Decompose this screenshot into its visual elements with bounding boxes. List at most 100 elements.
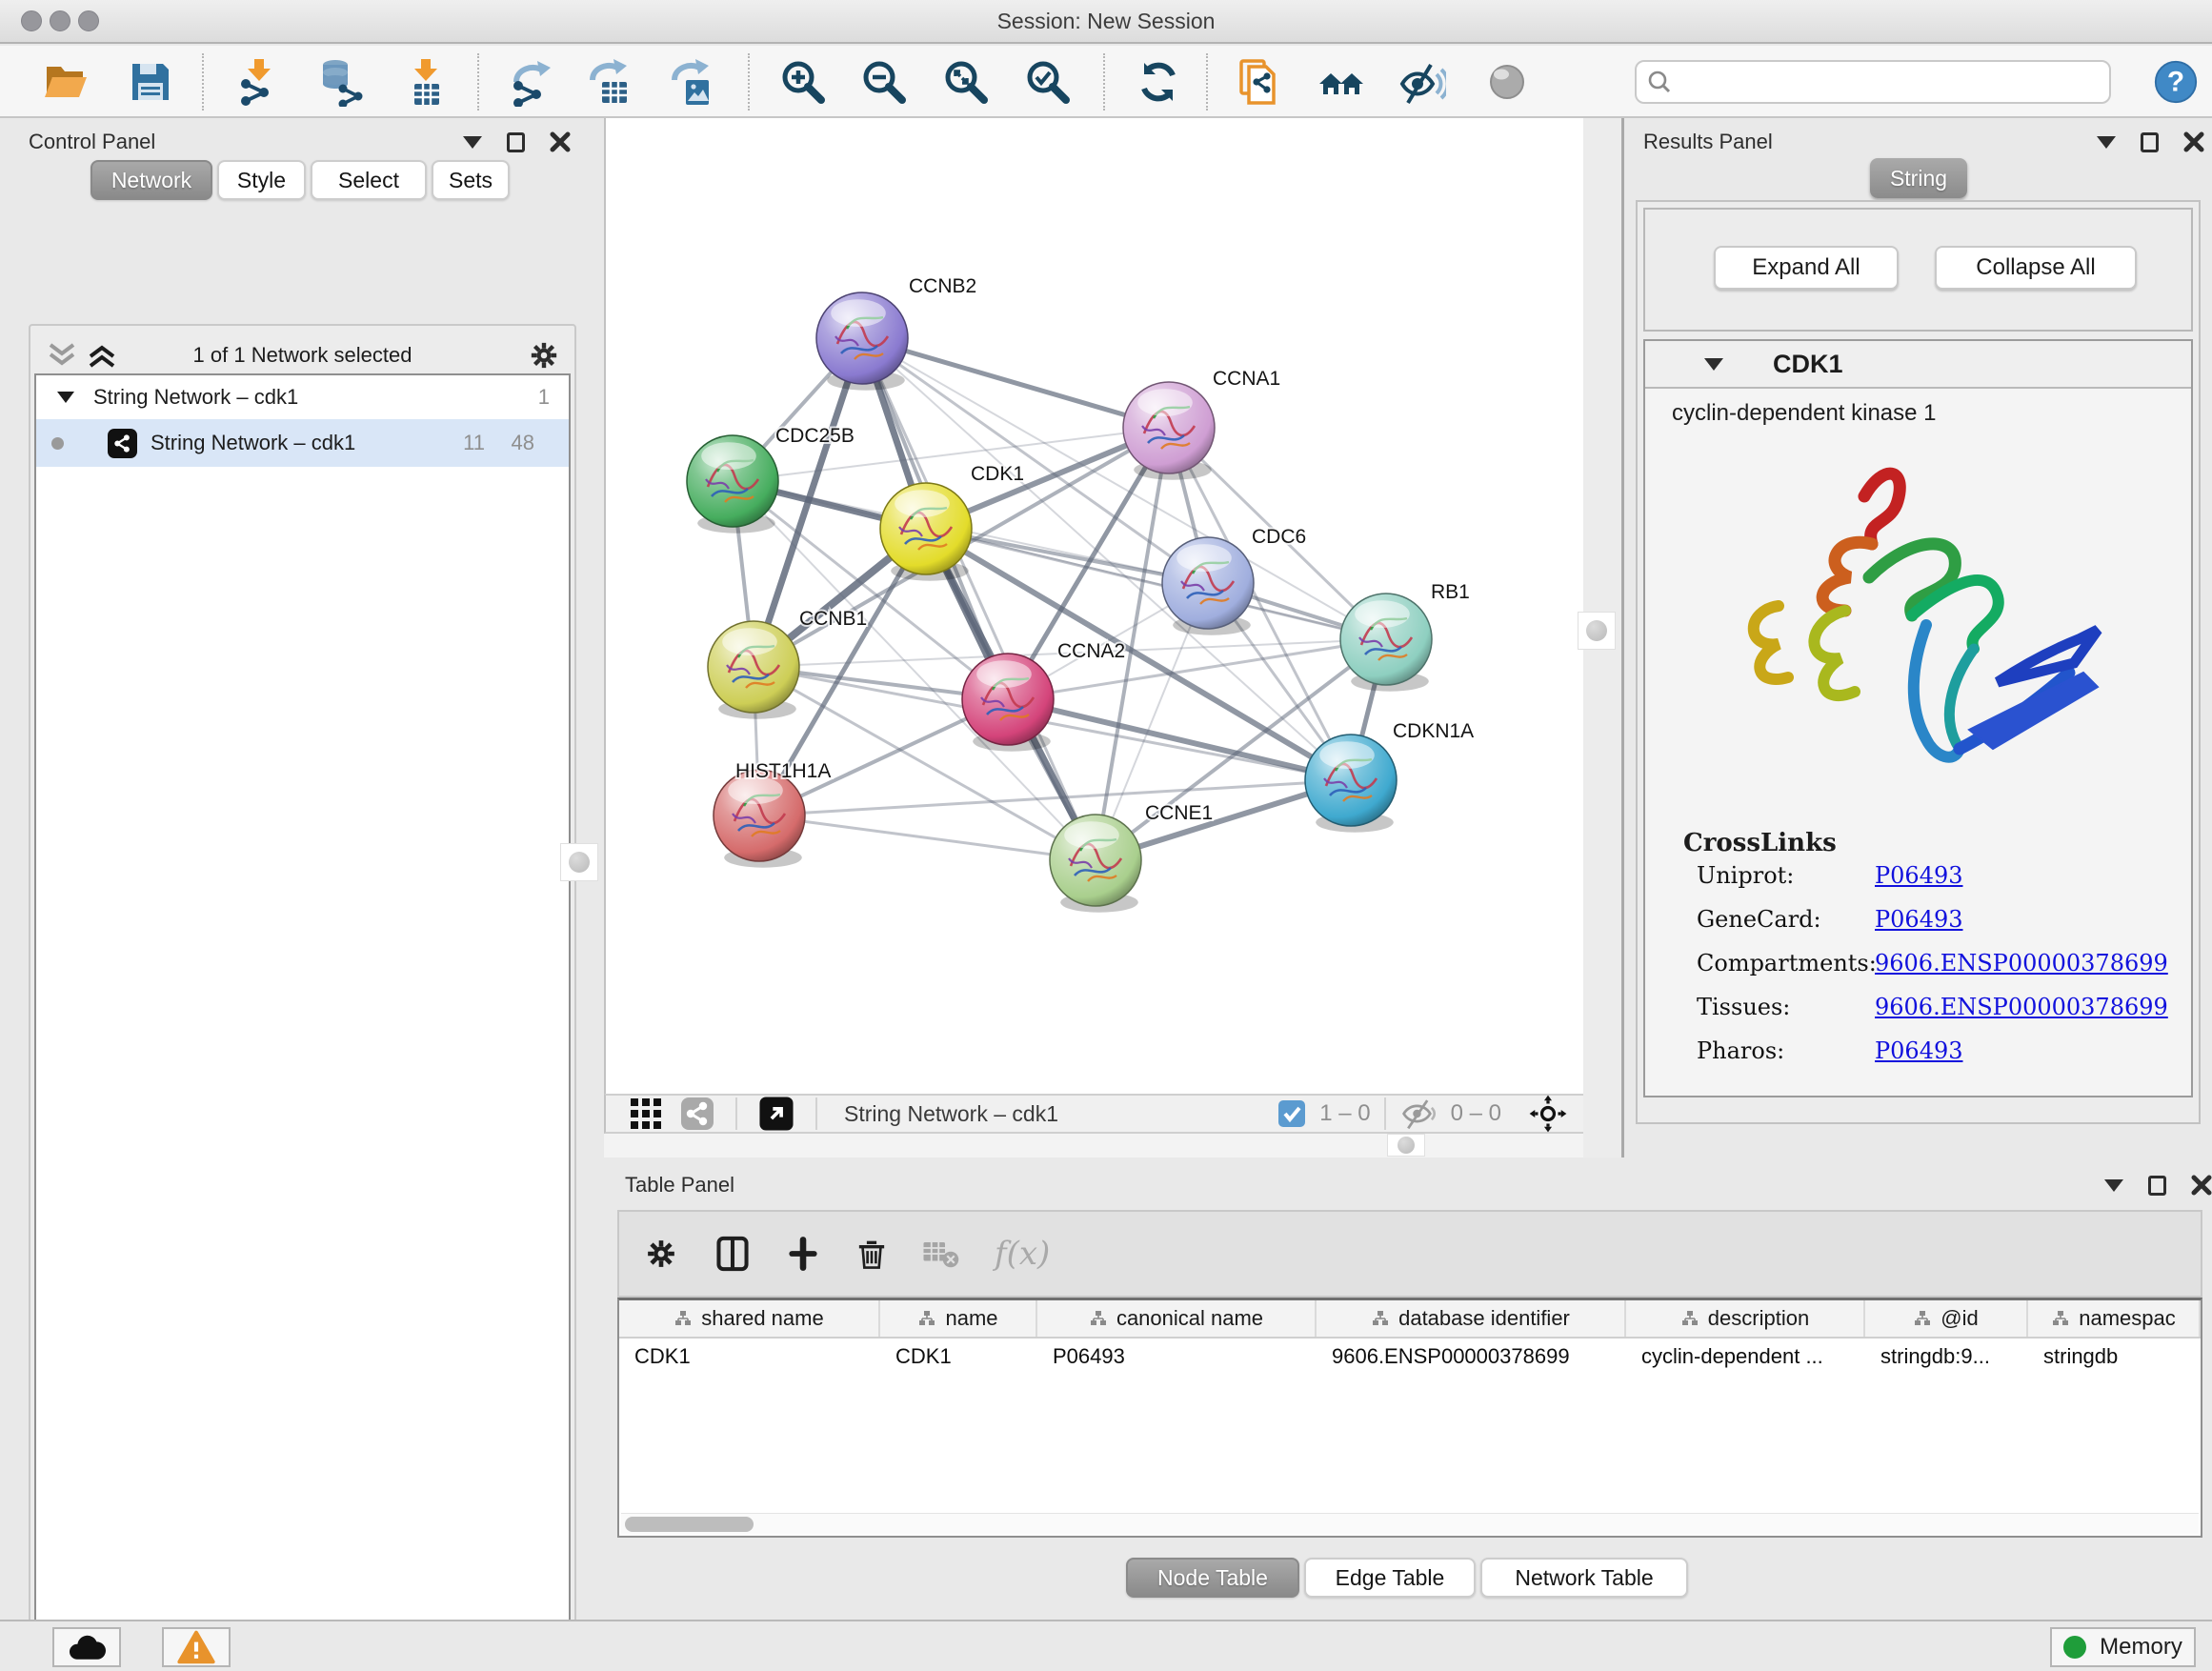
table-cell[interactable]: cyclin-dependent ... <box>1626 1339 1865 1379</box>
search-input[interactable] <box>1673 70 2092 94</box>
column-header--id[interactable]: @id <box>1865 1300 2028 1337</box>
crosslink-row: Uniprot:P06493 <box>1645 862 2191 906</box>
crosslink-label: Pharos: <box>1697 1037 1784 1064</box>
gear-icon[interactable] <box>526 337 562 373</box>
float-panel-icon[interactable] <box>2148 1176 2166 1196</box>
fit-content-crosshair-icon[interactable] <box>1528 1094 1568 1134</box>
export-table-icon[interactable] <box>585 57 634 107</box>
horizontal-splitter[interactable] <box>604 1134 1583 1158</box>
zoom-fit-icon[interactable] <box>941 57 991 107</box>
table-panel-title: Table Panel <box>625 1173 734 1198</box>
gear-icon[interactable] <box>642 1235 680 1273</box>
export-image-icon[interactable] <box>667 57 716 107</box>
gene-collapse-icon[interactable] <box>1704 358 1723 371</box>
left-splitter-handle[interactable] <box>560 843 598 881</box>
save-session-icon[interactable] <box>126 57 175 107</box>
float-panel-icon[interactable] <box>2141 132 2159 152</box>
column-header-shared-name[interactable]: shared name <box>619 1300 880 1337</box>
tree-expand-icon[interactable] <box>57 392 74 403</box>
tab-node-table[interactable]: Node Table <box>1126 1558 1299 1598</box>
help-icon[interactable]: ? <box>2152 58 2200 106</box>
table-row[interactable]: CDK1CDK1P064939606.ENSP00000378699cyclin… <box>619 1339 2201 1379</box>
network-row[interactable]: String Network – cdk1 11 48 <box>36 419 569 467</box>
zoom-out-icon[interactable] <box>859 57 909 107</box>
tab-network-table[interactable]: Network Table <box>1480 1558 1688 1598</box>
graph-node-RB1[interactable]: RB1 <box>1340 581 1470 692</box>
first-neighbors-icon[interactable] <box>1317 57 1366 107</box>
column-header-canonical-name[interactable]: canonical name <box>1037 1300 1317 1337</box>
warnings-button[interactable] <box>162 1627 231 1667</box>
collapse-panel-icon[interactable] <box>2097 136 2116 149</box>
close-panel-icon[interactable] <box>2183 131 2204 152</box>
table-cell[interactable]: 9606.ENSP00000378699 <box>1317 1339 1626 1379</box>
graph-node-CCNB2[interactable]: CCNB2 <box>816 275 976 391</box>
tab-string[interactable]: String <box>1870 158 1967 198</box>
import-table-icon[interactable] <box>401 57 451 107</box>
collapse-panel-icon[interactable] <box>2104 1179 2123 1192</box>
string-results-container: Expand All Collapse All CDK1 cyclin-depe… <box>1636 200 2201 1124</box>
crosslink-value-link[interactable]: 9606.ENSP00000378699 <box>1875 994 2168 1020</box>
graph-node-HIST1H1A[interactable]: HIST1H1A <box>714 760 831 868</box>
expand-all-button[interactable]: Expand All <box>1714 246 1899 290</box>
hide-selected-icon[interactable] <box>1397 57 1446 107</box>
tab-sets[interactable]: Sets <box>432 160 510 200</box>
node-label-CCNE1: CCNE1 <box>1145 802 1213 824</box>
network-row-label: String Network – cdk1 <box>151 431 355 455</box>
clone-network-icon[interactable] <box>1236 57 1285 107</box>
network-selection-status: 1 of 1 Network selected <box>30 343 574 368</box>
tab-select[interactable]: Select <box>311 160 427 200</box>
tab-style[interactable]: Style <box>217 160 306 200</box>
tab-edge-table[interactable]: Edge Table <box>1304 1558 1476 1598</box>
close-panel-icon[interactable] <box>2191 1175 2212 1196</box>
table-cell[interactable]: stringdb <box>2028 1339 2201 1379</box>
export-network-icon[interactable] <box>507 57 556 107</box>
show-all-icon[interactable] <box>1482 57 1532 107</box>
zoom-selected-icon[interactable] <box>1023 57 1073 107</box>
graph-node-CDKN1A[interactable]: CDKN1A <box>1305 720 1474 833</box>
show-columns-icon[interactable] <box>713 1234 753 1274</box>
bottom-splitter-handle[interactable] <box>1387 1134 1425 1157</box>
network-graph[interactable]: CCNB2CCNA1CDC25BCDK1CDC6RB1CCNB1CCNA2CDK… <box>606 118 1585 1094</box>
add-column-icon[interactable] <box>785 1236 821 1272</box>
float-panel-icon[interactable] <box>507 132 525 152</box>
collapse-panel-icon[interactable] <box>463 136 482 149</box>
import-network-icon[interactable] <box>234 57 284 107</box>
graph-node-CCNA1[interactable]: CCNA1 <box>1123 368 1280 480</box>
right-splitter-handle[interactable] <box>1578 612 1616 650</box>
gene-section-header[interactable]: CDK1 <box>1645 341 2191 389</box>
import-network-from-database-icon[interactable] <box>316 57 366 107</box>
scrollbar-thumb[interactable] <box>625 1517 754 1532</box>
cloud-button[interactable] <box>52 1627 121 1667</box>
close-panel-icon[interactable] <box>550 131 571 152</box>
column-header-namespac[interactable]: namespac <box>2028 1300 2201 1337</box>
zoom-in-icon[interactable] <box>778 57 828 107</box>
network-canvas[interactable]: CCNB2CCNA1CDC25BCDK1CDC6RB1CCNB1CCNA2CDK… <box>604 118 1583 1094</box>
crosslink-row: Tissues:9606.ENSP00000378699 <box>1645 994 2191 1037</box>
crosslink-value-link[interactable]: 9606.ENSP00000378699 <box>1875 950 2168 976</box>
control-panel: Control Panel Network Style Select Sets … <box>0 118 604 1620</box>
tab-network[interactable]: Network <box>90 160 212 200</box>
collapse-all-button[interactable]: Collapse All <box>1935 246 2137 290</box>
table-cell[interactable]: stringdb:9... <box>1865 1339 2028 1379</box>
table-cell[interactable]: CDK1 <box>619 1339 880 1379</box>
vertical-splitter[interactable] <box>1583 118 1624 1158</box>
open-session-icon[interactable] <box>40 57 90 107</box>
crosslink-value-link[interactable]: P06493 <box>1875 862 1963 889</box>
network-collection-row[interactable]: String Network – cdk1 1 <box>36 375 569 419</box>
memory-button[interactable]: Memory <box>2050 1627 2196 1667</box>
table-hscrollbar[interactable] <box>621 1513 2199 1534</box>
delete-column-icon[interactable] <box>854 1236 890 1272</box>
birds-eye-view-icon[interactable] <box>758 1096 794 1132</box>
column-header-description[interactable]: description <box>1626 1300 1865 1337</box>
refresh-icon[interactable] <box>1134 57 1183 107</box>
network-view-icon[interactable] <box>680 1097 714 1131</box>
column-header-name[interactable]: name <box>880 1300 1037 1337</box>
crosslink-value-link[interactable]: P06493 <box>1875 906 1963 933</box>
table-cell[interactable]: P06493 <box>1037 1339 1317 1379</box>
crosslink-value-link[interactable]: P06493 <box>1875 1037 1963 1064</box>
grid-view-icon[interactable] <box>629 1097 663 1131</box>
hidden-counts: 0 – 0 <box>1451 1100 1501 1127</box>
table-cell[interactable]: CDK1 <box>880 1339 1037 1379</box>
column-header-database-identifier[interactable]: database identifier <box>1317 1300 1626 1337</box>
selected-checkbox-icon[interactable] <box>1277 1099 1306 1128</box>
